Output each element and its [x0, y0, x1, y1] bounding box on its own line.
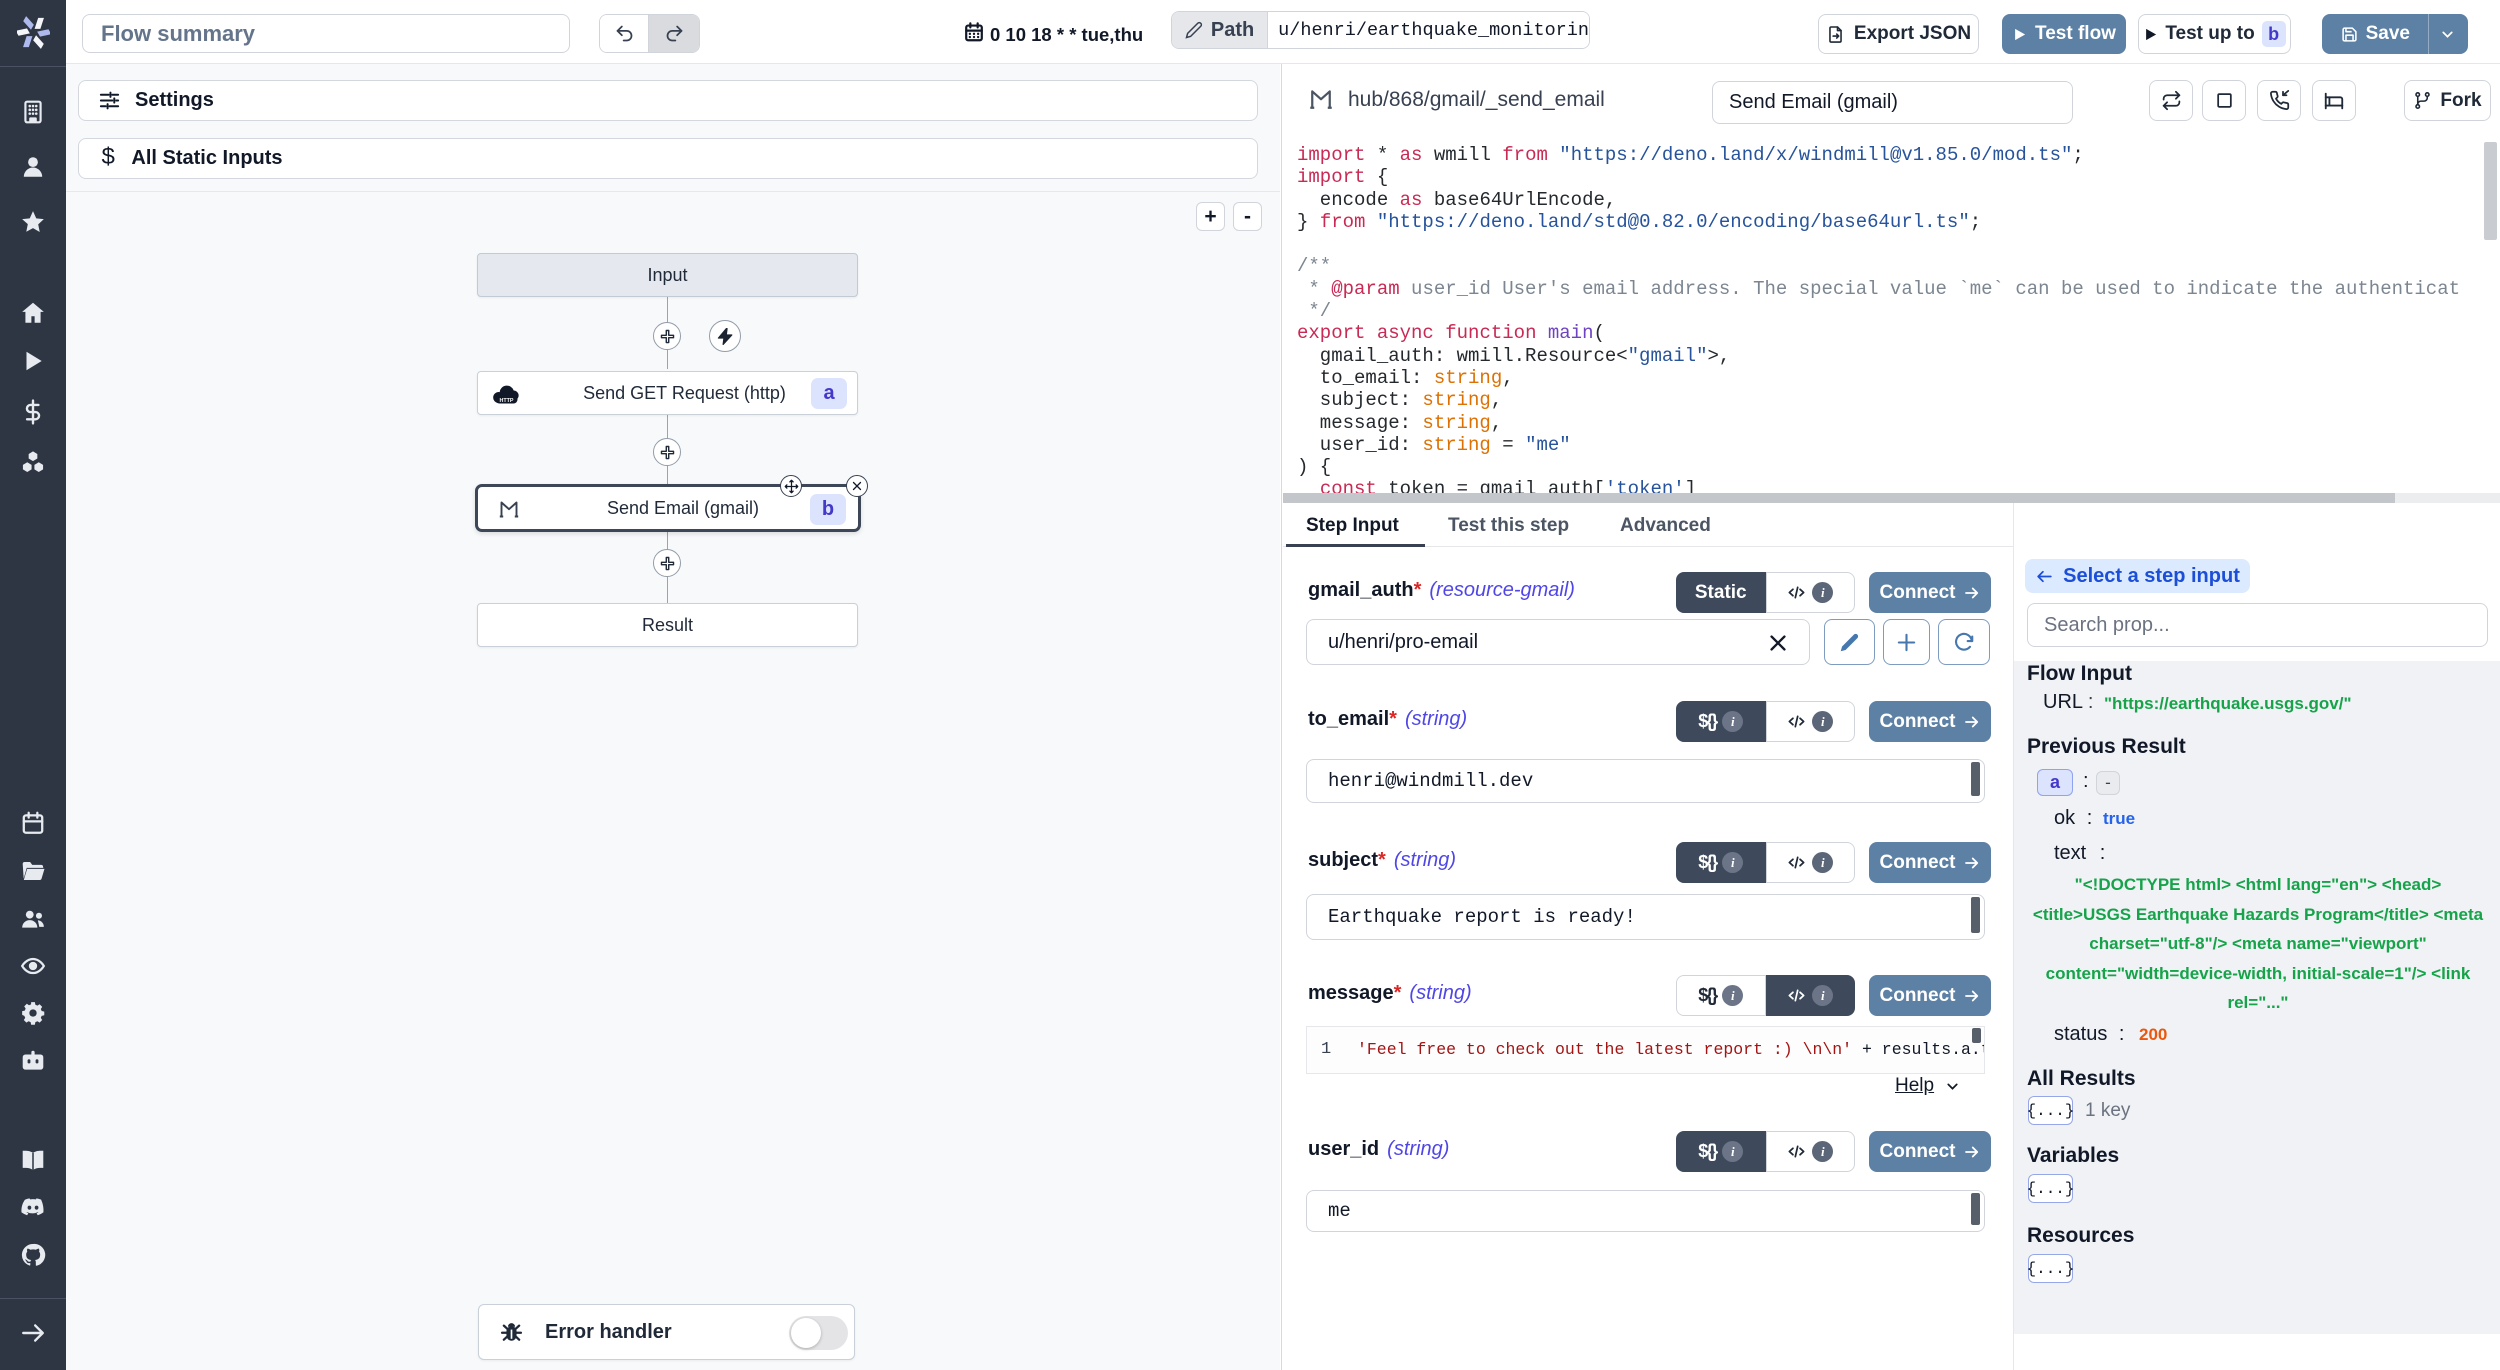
svg-text:HTTP: HTTP [499, 398, 513, 404]
